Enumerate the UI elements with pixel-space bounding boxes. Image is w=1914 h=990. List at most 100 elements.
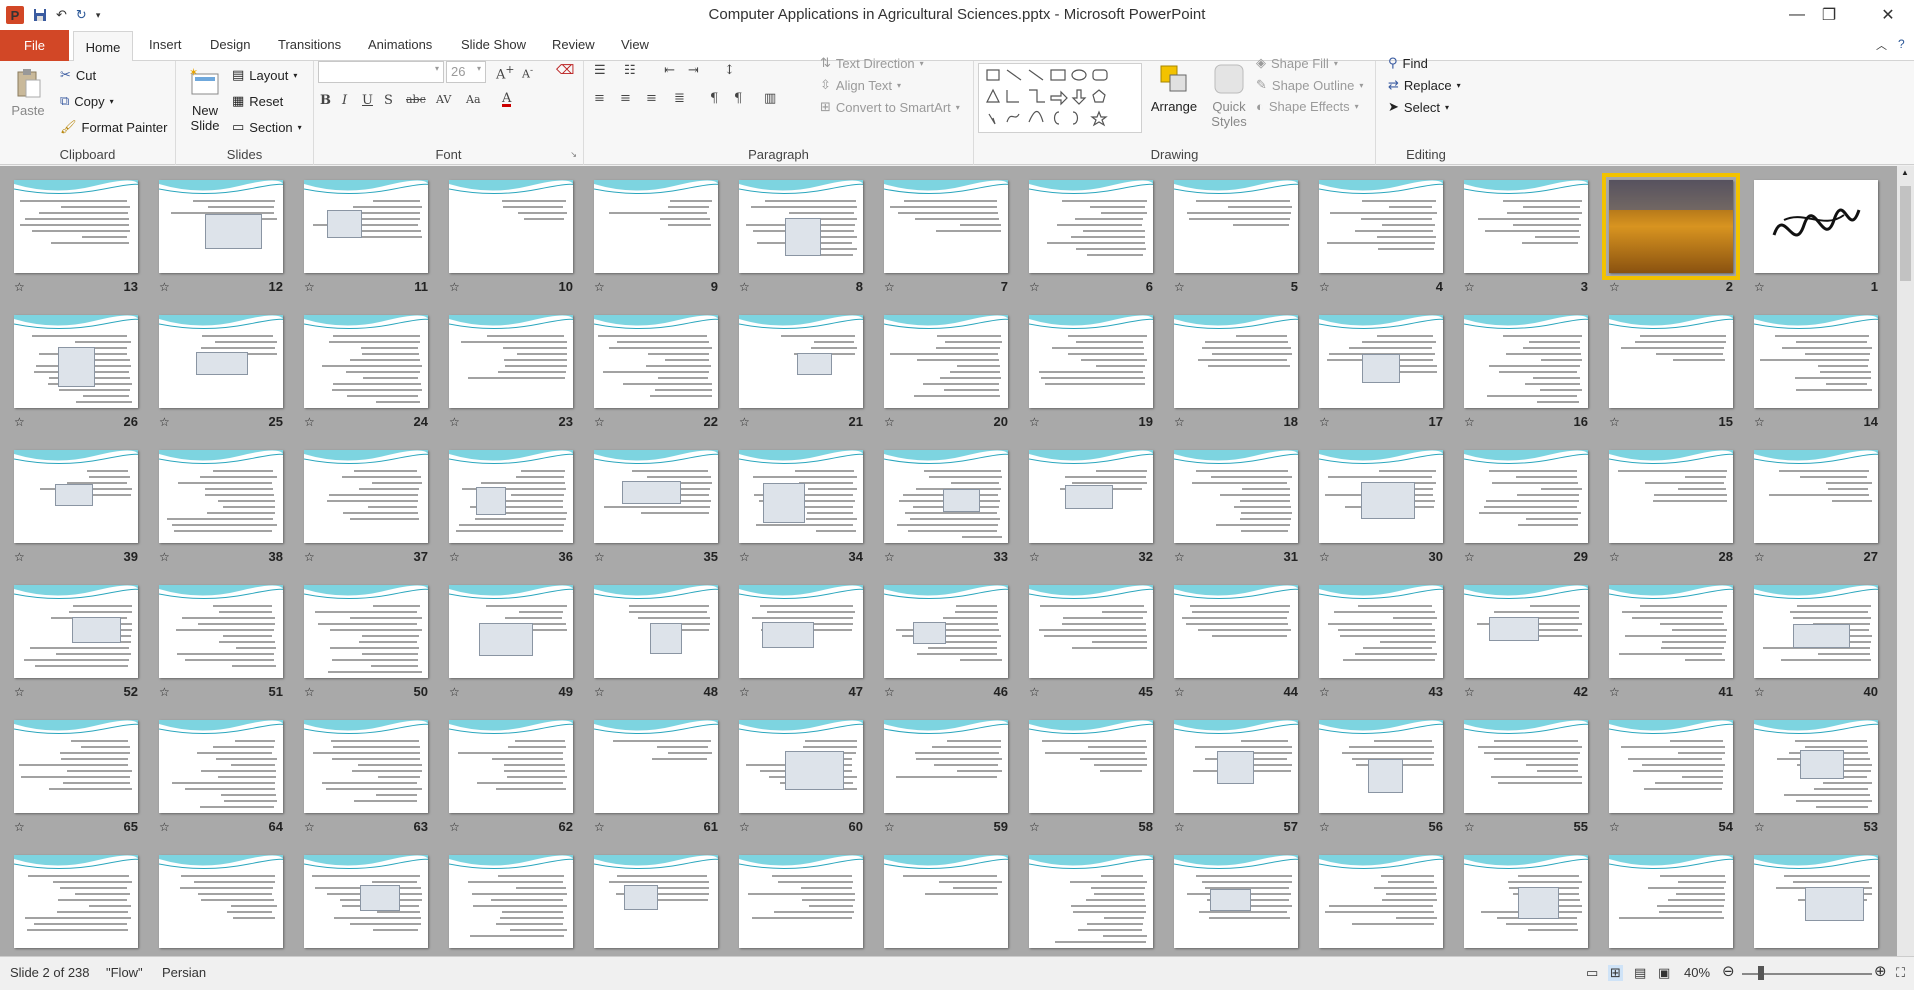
slide-thumbnail[interactable] <box>1319 450 1443 543</box>
slide-thumbnail[interactable] <box>1464 585 1588 678</box>
slide-thumbnail[interactable] <box>1029 720 1153 813</box>
transition-star-icon[interactable]: ☆ <box>1464 415 1475 429</box>
slide-thumbnail[interactable] <box>449 585 573 678</box>
slide-thumbnail[interactable] <box>739 180 863 273</box>
transition-star-icon[interactable]: ☆ <box>449 685 460 699</box>
slide-thumbnail[interactable] <box>739 585 863 678</box>
slide-thumbnail[interactable] <box>1754 315 1878 408</box>
slide-thumbnail[interactable] <box>159 585 283 678</box>
slide-thumbnail[interactable] <box>1029 315 1153 408</box>
slide-sorter-view-icon[interactable]: ⊞ <box>1608 965 1623 981</box>
transition-star-icon[interactable]: ☆ <box>159 415 170 429</box>
transition-star-icon[interactable]: ☆ <box>1464 820 1475 834</box>
shape-outline-button[interactable]: ✎ Shape Outline ▾ <box>1256 77 1363 93</box>
bold-icon[interactable]: B <box>320 93 331 108</box>
find-button[interactable]: ⚲ Find <box>1388 55 1428 71</box>
columns-icon[interactable]: ▥ <box>764 91 776 106</box>
transition-star-icon[interactable]: ☆ <box>1609 550 1620 564</box>
slide-thumbnail[interactable] <box>884 585 1008 678</box>
transition-star-icon[interactable]: ☆ <box>304 280 315 294</box>
transition-star-icon[interactable]: ☆ <box>1319 550 1330 564</box>
slide-thumbnail[interactable] <box>1319 585 1443 678</box>
slide-thumbnail[interactable] <box>1319 315 1443 408</box>
transition-star-icon[interactable]: ☆ <box>1319 685 1330 699</box>
slide-thumbnail[interactable] <box>1609 450 1733 543</box>
numbering-icon[interactable]: ☷ <box>624 63 636 78</box>
vertical-scroll-thumb[interactable] <box>1900 186 1911 281</box>
slide-thumbnail[interactable] <box>1319 720 1443 813</box>
ltr-icon[interactable]: ¶ <box>710 91 718 106</box>
slide-thumbnail[interactable] <box>1029 450 1153 543</box>
section-button[interactable]: ▭ Section ▾ <box>232 119 302 135</box>
normal-view-icon[interactable]: ▭ <box>1586 965 1598 981</box>
align-left-icon[interactable]: ≡ <box>594 91 605 106</box>
slide-thumbnail[interactable] <box>159 450 283 543</box>
slide-thumbnail[interactable] <box>1464 720 1588 813</box>
tab-design[interactable]: Design <box>210 37 250 52</box>
underline-icon[interactable]: U <box>362 93 373 108</box>
transition-star-icon[interactable]: ☆ <box>1464 550 1475 564</box>
slide-thumbnail[interactable] <box>449 855 573 948</box>
transition-star-icon[interactable]: ☆ <box>449 415 460 429</box>
slide-thumbnail[interactable] <box>739 855 863 948</box>
slide-thumbnail[interactable] <box>1174 720 1298 813</box>
shape-fill-button[interactable]: ◈ Shape Fill ▾ <box>1256 55 1338 71</box>
grow-font-icon[interactable]: A+ <box>496 63 514 82</box>
rtl-icon[interactable]: ¶ <box>734 91 742 106</box>
transition-star-icon[interactable]: ☆ <box>739 820 750 834</box>
shrink-font-icon[interactable]: A- <box>522 65 533 81</box>
slide-thumbnail[interactable] <box>449 450 573 543</box>
transition-star-icon[interactable]: ☆ <box>884 415 895 429</box>
transition-star-icon[interactable]: ☆ <box>14 280 25 294</box>
slide-thumbnail[interactable] <box>739 720 863 813</box>
slide-thumbnail[interactable] <box>304 855 428 948</box>
shapes-gallery[interactable] <box>978 63 1142 133</box>
slide-thumbnail[interactable] <box>14 855 138 948</box>
align-center-icon[interactable]: ≡ <box>620 91 631 106</box>
slide-thumbnail[interactable] <box>159 180 283 273</box>
transition-star-icon[interactable]: ☆ <box>449 550 460 564</box>
slide-thumbnail[interactable] <box>14 315 138 408</box>
transition-star-icon[interactable]: ☆ <box>14 685 25 699</box>
transition-star-icon[interactable]: ☆ <box>739 550 750 564</box>
slide-thumbnail[interactable] <box>14 180 138 273</box>
align-right-icon[interactable]: ≡ <box>646 91 657 106</box>
fit-to-window-icon[interactable]: ⛶ <box>1896 965 1905 981</box>
slide-thumbnail[interactable] <box>739 450 863 543</box>
increase-indent-icon[interactable]: ⇥ <box>688 63 699 78</box>
transition-star-icon[interactable]: ☆ <box>449 280 460 294</box>
help-icon[interactable]: ? <box>1898 37 1905 51</box>
transition-star-icon[interactable]: ☆ <box>1319 415 1330 429</box>
slide-thumbnail[interactable] <box>304 180 428 273</box>
slide-thumbnail[interactable] <box>1029 180 1153 273</box>
transition-star-icon[interactable]: ☆ <box>14 820 25 834</box>
transition-star-icon[interactable]: ☆ <box>884 550 895 564</box>
tab-insert[interactable]: Insert <box>149 37 182 52</box>
minimize-ribbon-icon[interactable]: ︿ <box>1876 37 1887 53</box>
slide-thumbnail[interactable] <box>1602 173 1740 280</box>
slide-thumbnail[interactable] <box>1754 720 1878 813</box>
transition-star-icon[interactable]: ☆ <box>304 685 315 699</box>
restore-button[interactable]: ❐ <box>1807 0 1851 30</box>
slide-thumbnail[interactable] <box>1174 855 1298 948</box>
slide-thumbnail[interactable] <box>594 585 718 678</box>
slide-thumbnail[interactable] <box>594 180 718 273</box>
font-dialog-launcher-icon[interactable]: ↘ <box>570 150 577 159</box>
quick-styles-button[interactable]: Quick Styles <box>1204 63 1254 129</box>
transition-star-icon[interactable]: ☆ <box>159 550 170 564</box>
select-button[interactable]: ➤ Select ▾ <box>1388 99 1449 115</box>
transition-star-icon[interactable]: ☆ <box>1754 415 1765 429</box>
transition-star-icon[interactable]: ☆ <box>1754 820 1765 834</box>
transition-star-icon[interactable]: ☆ <box>304 820 315 834</box>
slide-thumbnail[interactable] <box>304 315 428 408</box>
cut-button[interactable]: ✂ Cut <box>60 67 96 83</box>
transition-star-icon[interactable]: ☆ <box>1029 685 1040 699</box>
transition-star-icon[interactable]: ☆ <box>594 415 605 429</box>
slide-thumbnail[interactable] <box>14 720 138 813</box>
decrease-indent-icon[interactable]: ⇤ <box>664 63 675 78</box>
slide-thumbnail[interactable] <box>304 585 428 678</box>
transition-star-icon[interactable]: ☆ <box>1319 280 1330 294</box>
font-name-combo[interactable]: ▾ <box>318 61 444 83</box>
tab-home[interactable]: Home <box>73 31 133 62</box>
transition-star-icon[interactable]: ☆ <box>594 550 605 564</box>
